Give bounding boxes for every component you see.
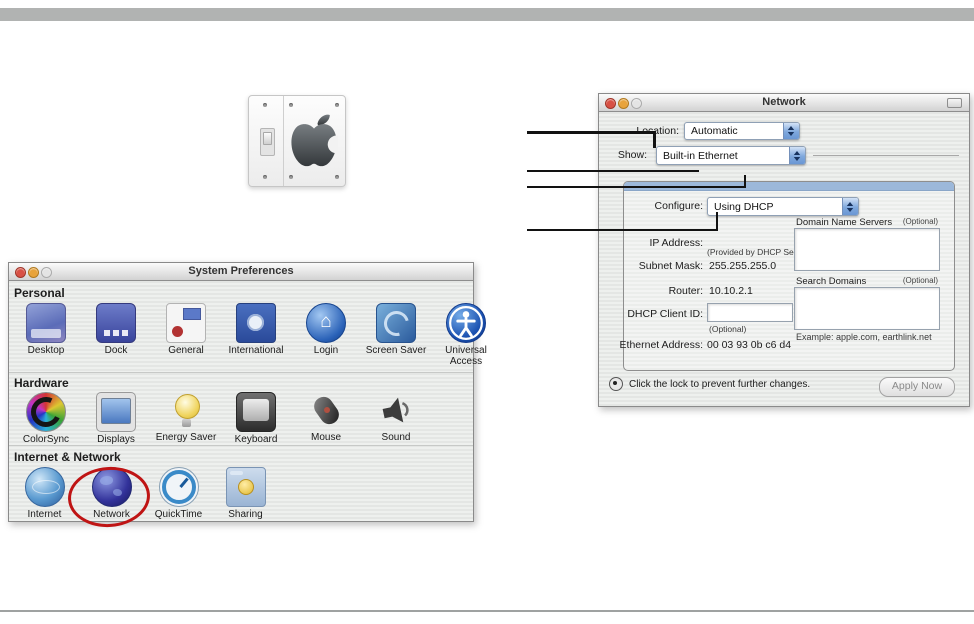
screen-saver-icon: [376, 303, 416, 343]
prefpane-keyboard[interactable]: Keyboard: [221, 392, 291, 445]
dns-header: Domain Name Servers (Optional): [796, 217, 938, 228]
window-title: Network: [599, 96, 969, 108]
international-icon: [236, 303, 276, 343]
lock-icon[interactable]: [609, 377, 623, 391]
callout-line-show-drop: [653, 131, 656, 148]
section-header-hardware: Hardware: [14, 376, 69, 390]
manual-page: System Preferences Personal Desktop Dock…: [0, 0, 974, 624]
screw-icon: [335, 175, 339, 179]
prefpane-energy-saver[interactable]: Energy Saver: [151, 392, 221, 445]
search-domains-header: Search Domains (Optional): [796, 276, 938, 287]
screw-icon: [289, 175, 293, 179]
collapse-widget[interactable]: [947, 98, 962, 108]
prefpane-mouse[interactable]: Mouse: [291, 392, 361, 445]
section-divider: [9, 372, 473, 373]
callout-line-pppoe-riser: [744, 175, 746, 188]
apple-logo-icon: [290, 113, 338, 169]
prefpane-login[interactable]: ⌂ Login: [291, 303, 361, 367]
callout-line-show: [527, 131, 656, 134]
subnet-mask-label: Subnet Mask:: [611, 260, 703, 272]
keyboard-icon: [236, 392, 276, 432]
ethernet-address-value: 00 03 93 0b c6 d4: [707, 339, 791, 351]
page-bottom-rule: [0, 610, 974, 612]
configure-label: Configure:: [633, 200, 703, 212]
ethernet-address-label: Ethernet Address:: [611, 339, 703, 351]
callout-line-configure: [527, 229, 718, 231]
ip-address-label: IP Address:: [611, 237, 703, 249]
light-switch-icon: [260, 128, 275, 156]
displays-icon: [96, 392, 136, 432]
prefpane-sound[interactable]: Sound: [361, 392, 431, 445]
popup-arrows-icon: [789, 147, 805, 164]
personal-icon-row: Desktop Dock General International ⌂ Log…: [11, 303, 501, 367]
dhcp-client-id-label: DHCP Client ID:: [611, 308, 703, 320]
location-popup[interactable]: Automatic: [684, 122, 800, 140]
prefpane-colorsync[interactable]: ColorSync: [11, 392, 81, 445]
internet-globe-icon: [25, 467, 65, 507]
apply-now-button[interactable]: Apply Now: [879, 377, 955, 397]
prefpane-dock[interactable]: Dock: [81, 303, 151, 367]
prefpane-desktop[interactable]: Desktop: [11, 303, 81, 367]
callout-line-pppoe: [527, 186, 746, 188]
screw-icon: [263, 103, 267, 107]
router-label: Router:: [611, 285, 703, 297]
prefpane-universal-access[interactable]: Universal Access: [431, 303, 501, 367]
screw-icon: [335, 103, 339, 107]
prefpane-general[interactable]: General: [151, 303, 221, 367]
dhcp-client-id-field[interactable]: [707, 303, 793, 322]
prefpane-quicktime[interactable]: QuickTime: [145, 467, 212, 520]
screw-icon: [263, 175, 267, 179]
show-divider: [813, 155, 959, 156]
section-divider: [9, 445, 473, 446]
dock-icon: [96, 303, 136, 343]
window-title: System Preferences: [9, 265, 473, 277]
title-bar[interactable]: System Preferences: [9, 263, 473, 281]
callout-line-configure-riser: [716, 212, 718, 231]
login-icon: ⌂: [306, 303, 346, 343]
configure-popup[interactable]: Using DHCP: [707, 197, 859, 216]
title-bar[interactable]: Network: [599, 94, 969, 112]
callout-line-tcpip: [527, 170, 699, 172]
general-icon: [166, 303, 206, 343]
quicktime-icon: [159, 467, 199, 507]
dhcp-client-id-note: (Optional): [709, 324, 746, 334]
prefpane-displays[interactable]: Displays: [81, 392, 151, 445]
system-preferences-app-icon: [248, 95, 346, 187]
page-top-bar: [0, 8, 974, 21]
search-domains-field[interactable]: [794, 287, 940, 330]
popup-arrows-icon: [783, 123, 799, 139]
subnet-mask-value: 255.255.255.0: [709, 260, 776, 272]
mouse-icon: [307, 392, 345, 430]
panel-divider: [283, 96, 284, 186]
colorsync-icon: [26, 392, 66, 432]
sound-icon: [377, 392, 415, 430]
hardware-icon-row: ColorSync Displays Energy Saver Keyboard…: [11, 392, 431, 445]
prefpane-screen-saver[interactable]: Screen Saver: [361, 303, 431, 367]
popup-arrows-icon: [842, 198, 858, 215]
show-label: Show:: [613, 149, 647, 161]
section-header-internet-network: Internet & Network: [14, 450, 121, 464]
desktop-icon: [26, 303, 66, 343]
example-text: Example: apple.com, earthlink.net: [796, 332, 932, 342]
section-header-personal: Personal: [14, 286, 65, 300]
show-popup[interactable]: Built-in Ethernet: [656, 146, 806, 165]
dns-servers-field[interactable]: [794, 228, 940, 271]
router-value: 10.10.2.1: [709, 285, 753, 297]
prefpane-sharing[interactable]: Sharing: [212, 467, 279, 520]
screw-icon: [289, 103, 293, 107]
universal-access-icon: [446, 303, 486, 343]
prefpane-international[interactable]: International: [221, 303, 291, 367]
energy-saver-icon: [167, 392, 205, 430]
lock-text: Click the lock to prevent further change…: [629, 379, 810, 390]
sharing-icon: [226, 467, 266, 507]
